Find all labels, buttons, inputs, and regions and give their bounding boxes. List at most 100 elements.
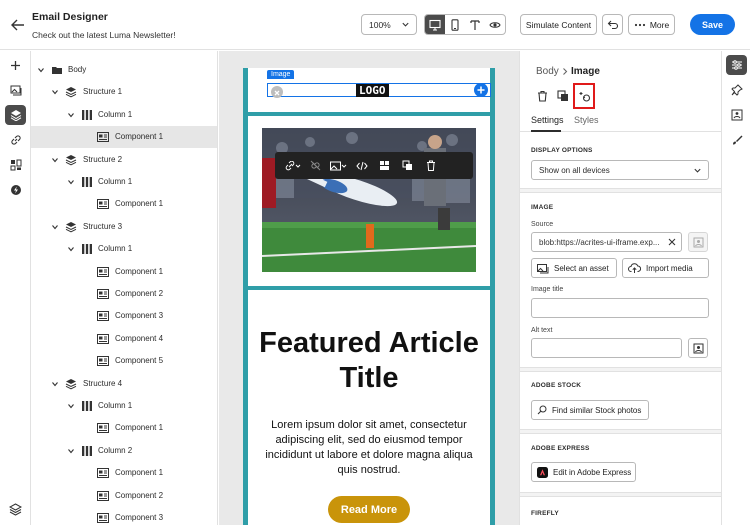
tab-styles[interactable]: Styles bbox=[574, 115, 599, 125]
tree-item-label: Column 1 bbox=[98, 109, 133, 119]
duplicate-button[interactable] bbox=[396, 152, 419, 179]
tree-item-column[interactable]: Column 1 bbox=[31, 395, 217, 417]
chevron-down-icon[interactable] bbox=[51, 223, 59, 231]
alt-text-input[interactable] bbox=[531, 338, 682, 358]
chevron-down-icon[interactable] bbox=[51, 88, 59, 96]
tree-item-component[interactable]: Component 3 bbox=[31, 507, 217, 525]
logo-row[interactable]: Image LOGO bbox=[248, 68, 491, 112]
breadcrumb-parent[interactable]: Body bbox=[536, 66, 559, 77]
tree-item-column[interactable]: Column 1 bbox=[31, 238, 217, 260]
alt-text-personalize-button[interactable] bbox=[688, 338, 708, 358]
tab-settings[interactable]: Settings bbox=[531, 115, 564, 125]
tree-item-folder[interactable]: Body bbox=[31, 59, 217, 81]
image-title-input[interactable] bbox=[531, 298, 709, 318]
read-more-button[interactable]: Read More bbox=[328, 496, 410, 523]
chevron-down-icon[interactable] bbox=[67, 402, 75, 410]
tree-item-structure[interactable]: Structure 1 bbox=[31, 81, 217, 103]
edit-in-express-button[interactable]: Edit in Adobe Express bbox=[531, 462, 636, 482]
delete-button[interactable] bbox=[419, 152, 442, 179]
tree-item-structure[interactable]: Structure 3 bbox=[31, 216, 217, 238]
select-parent-button[interactable] bbox=[373, 152, 396, 179]
fragments-button[interactable] bbox=[5, 155, 26, 175]
image-block[interactable] bbox=[248, 116, 490, 286]
pin-button[interactable] bbox=[726, 80, 747, 100]
tree-item-component[interactable]: Component 2 bbox=[31, 283, 217, 305]
learn-button[interactable] bbox=[5, 499, 26, 519]
tree-item-label: Structure 4 bbox=[83, 378, 123, 388]
section-divider bbox=[520, 429, 721, 434]
tree-item-component[interactable]: Component 2 bbox=[31, 485, 217, 507]
layers-button[interactable] bbox=[5, 105, 26, 125]
delete-component-button[interactable] bbox=[533, 87, 551, 105]
personalization-button[interactable] bbox=[5, 180, 26, 200]
find-stock-photos-button[interactable]: Find similar Stock photos bbox=[531, 400, 649, 420]
image-menu-button[interactable] bbox=[327, 152, 350, 179]
tree-item-label: Body bbox=[68, 65, 87, 74]
add-component-plus-icon[interactable] bbox=[474, 83, 488, 97]
tree-item-label: Component 3 bbox=[115, 513, 164, 522]
add-component-button[interactable] bbox=[5, 55, 26, 75]
chevron-down-icon[interactable] bbox=[67, 447, 75, 455]
tree-item-label: Component 1 bbox=[115, 199, 164, 209]
brush-button[interactable] bbox=[726, 130, 747, 150]
import-media-label: Import media bbox=[646, 263, 693, 273]
chevron-down-icon[interactable] bbox=[51, 380, 59, 388]
properties-button[interactable] bbox=[726, 55, 747, 75]
undo-button[interactable] bbox=[602, 14, 623, 35]
text-view-button[interactable] bbox=[465, 15, 485, 34]
back-arrow-icon[interactable] bbox=[8, 15, 28, 35]
top-bar: Email Designer Check out the latest Luma… bbox=[0, 0, 750, 50]
source-browse-button[interactable] bbox=[688, 232, 708, 252]
tree-item-component[interactable]: Component 1 bbox=[31, 193, 217, 215]
firefly-title: FIREFLY bbox=[531, 510, 559, 517]
tree-item-component[interactable]: Component 4 bbox=[31, 328, 217, 350]
chevron-down-icon[interactable] bbox=[67, 245, 75, 253]
select-asset-button[interactable]: Select an asset bbox=[531, 258, 617, 278]
preview-button[interactable] bbox=[485, 15, 505, 34]
chevron-down-icon[interactable] bbox=[67, 178, 75, 186]
tree-item-label: Component 5 bbox=[115, 356, 164, 366]
express-button-label: Edit in Adobe Express bbox=[553, 467, 632, 477]
column-icon bbox=[81, 176, 93, 188]
structure-icon bbox=[65, 378, 77, 390]
tree-item-column[interactable]: Column 1 bbox=[31, 171, 217, 193]
tree-item-structure[interactable]: Structure 2 bbox=[31, 149, 217, 171]
link-menu-button[interactable] bbox=[281, 152, 304, 179]
tree-item-component[interactable]: Component 1 bbox=[31, 126, 217, 149]
tree-item-component[interactable]: Component 1 bbox=[31, 462, 217, 484]
tree-item-component[interactable]: Component 3 bbox=[31, 305, 217, 327]
import-media-button[interactable]: Import media bbox=[622, 258, 709, 278]
component-icon bbox=[97, 355, 109, 367]
tree-item-component[interactable]: Component 1 bbox=[31, 417, 217, 439]
zoom-select[interactable]: 100% bbox=[361, 14, 417, 35]
accessibility-check-button[interactable] bbox=[726, 105, 747, 125]
simulate-content-button[interactable]: Simulate Content bbox=[520, 14, 597, 35]
links-button[interactable] bbox=[5, 130, 26, 150]
unlink-button[interactable] bbox=[304, 152, 327, 179]
cloud-upload-icon bbox=[628, 262, 641, 273]
football-photo bbox=[262, 128, 476, 272]
tree-item-structure[interactable]: Structure 4 bbox=[31, 373, 217, 395]
tree-item-column[interactable]: Column 2 bbox=[31, 440, 217, 462]
tree-item-column[interactable]: Column 1 bbox=[31, 104, 217, 126]
remove-icon[interactable] bbox=[271, 86, 283, 98]
code-button[interactable] bbox=[350, 152, 373, 179]
mobile-view-button[interactable] bbox=[445, 15, 465, 34]
chevron-down-icon[interactable] bbox=[51, 156, 59, 164]
assets-button[interactable] bbox=[5, 80, 26, 100]
tree-item-component[interactable]: Component 5 bbox=[31, 350, 217, 372]
article-block[interactable]: Featured Article Title Lorem ipsum dolor… bbox=[248, 290, 490, 525]
clear-icon[interactable] bbox=[668, 238, 676, 246]
selected-image-outline[interactable]: LOGO bbox=[267, 83, 491, 97]
source-input[interactable]: blob:https://acrites-ui-iframe.exp... bbox=[531, 232, 682, 252]
chevron-down-icon[interactable] bbox=[37, 66, 45, 74]
email-designer-app: Email Designer Check out the latest Luma… bbox=[0, 0, 750, 525]
desktop-view-button[interactable] bbox=[425, 15, 445, 34]
tree-item-component[interactable]: Component 1 bbox=[31, 261, 217, 283]
more-button[interactable]: More bbox=[628, 14, 675, 35]
save-button[interactable]: Save bbox=[690, 14, 735, 35]
display-options-select[interactable]: Show on all devices bbox=[531, 160, 709, 180]
section-divider bbox=[520, 367, 721, 372]
chevron-down-icon[interactable] bbox=[67, 111, 75, 119]
duplicate-component-button[interactable] bbox=[554, 87, 572, 105]
